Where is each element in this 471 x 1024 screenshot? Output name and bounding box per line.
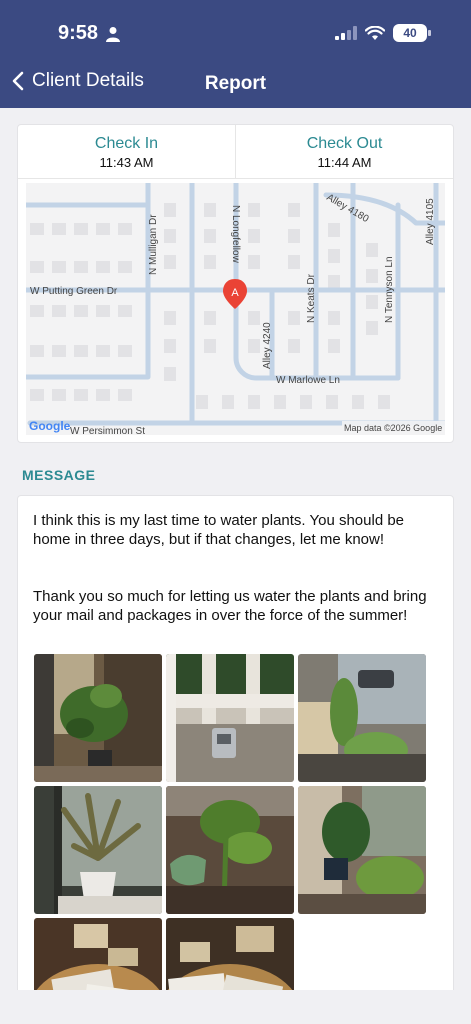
street-label: W Marlowe Ln: [276, 375, 340, 386]
map-attribution: Map data ©2026 Google: [344, 423, 442, 433]
marker-label: A: [231, 287, 239, 299]
photo-thumbnail[interactable]: [166, 654, 294, 782]
photo-thumbnail[interactable]: [298, 786, 426, 914]
page-title: Report: [204, 73, 267, 94]
check-out-label: Check Out: [306, 135, 383, 152]
check-in-time: 11:43 AM: [99, 155, 154, 170]
message-card: I think this is my last time to water pl…: [17, 495, 454, 995]
status-icons: 40: [335, 24, 431, 42]
visit-times-card: Check In 11:43 AM Check Out 11:44 AM W P…: [17, 124, 454, 443]
photo-thumbnail[interactable]: [298, 654, 426, 782]
street-label: N Longfellow: [230, 205, 241, 264]
photo-thumbnail[interactable]: [34, 786, 162, 914]
photo-thumbnail[interactable]: [34, 918, 162, 994]
street-label: W Persimmon St: [70, 426, 145, 435]
street-label: N Mulligan Dr: [148, 214, 159, 275]
photo-thumbnail[interactable]: [166, 918, 294, 994]
check-times-row: Check In 11:43 AM Check Out 11:44 AM: [18, 125, 453, 179]
bottom-safe-area: [0, 990, 471, 1024]
person-icon: [106, 27, 120, 42]
street-label: N Keats Dr: [306, 273, 317, 323]
photo-thumbnail[interactable]: [166, 786, 294, 914]
battery-indicator: 40: [393, 24, 427, 42]
check-out: Check Out 11:44 AM: [235, 125, 453, 178]
battery-tip: [428, 30, 431, 36]
signal-icon: [335, 26, 357, 40]
street-label: Alley 4240: [262, 322, 273, 369]
street-label: N Tennyson Ln: [384, 256, 395, 323]
check-in: Check In 11:43 AM: [18, 125, 235, 178]
status-time: 9:58: [58, 22, 99, 44]
photo-grid: [34, 654, 426, 994]
message-section-label: MESSAGE: [22, 467, 96, 483]
message-body: I think this is my last time to water pl…: [33, 511, 443, 625]
google-logo: Google: [29, 419, 71, 433]
photo-thumbnail[interactable]: [34, 654, 162, 782]
street-label: W Putting Green Dr: [30, 286, 118, 297]
wifi-icon: [365, 25, 385, 40]
street-label: Alley 4105: [425, 198, 436, 245]
check-out-time: 11:44 AM: [317, 155, 372, 170]
location-map[interactable]: W Putting Green Dr N Mulligan Dr N Longf…: [26, 183, 445, 435]
message-paragraph-2: Thank you so much for letting us water t…: [33, 588, 427, 624]
message-paragraph-1: I think this is my last time to water pl…: [33, 512, 405, 548]
app-header: 9:58 40 Client Details Report: [0, 0, 471, 108]
check-in-label: Check In: [94, 135, 159, 152]
